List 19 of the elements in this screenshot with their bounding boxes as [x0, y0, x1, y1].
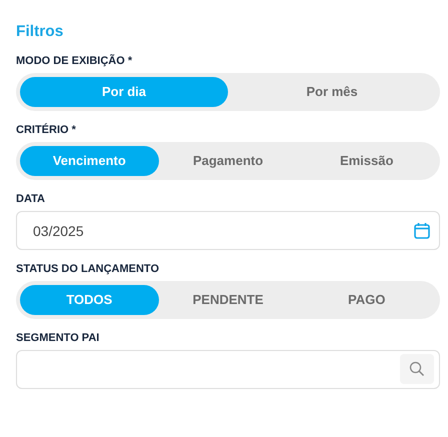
segment-option[interactable]: PENDENTE: [158, 285, 298, 315]
date-field[interactable]: 03/2025: [16, 211, 440, 250]
field-label: DATA: [16, 192, 46, 206]
segment-option[interactable]: Por dia: [20, 77, 228, 107]
field-label: MODO DE EXIBIÇÃO *: [16, 54, 134, 68]
field-label: STATUS DO LANÇAMENTO: [16, 262, 160, 276]
field-label: SEGMENTO PAI: [16, 331, 100, 345]
segment-option[interactable]: Emissão: [297, 146, 436, 176]
calendar-icon[interactable]: [414, 222, 430, 239]
search-icon: [409, 361, 425, 377]
segment-option[interactable]: TODOS: [20, 285, 159, 315]
segment-option[interactable]: PAGO: [297, 285, 436, 315]
segment-option[interactable]: Por mês: [228, 77, 436, 107]
segment-option[interactable]: Vencimento: [20, 146, 159, 176]
field-label: CRITÉRIO *: [16, 123, 77, 137]
filters-title: Filtros: [16, 22, 64, 42]
segment-option[interactable]: Pagamento: [158, 146, 298, 176]
search-button[interactable]: [400, 354, 434, 384]
search-field[interactable]: [16, 350, 440, 389]
